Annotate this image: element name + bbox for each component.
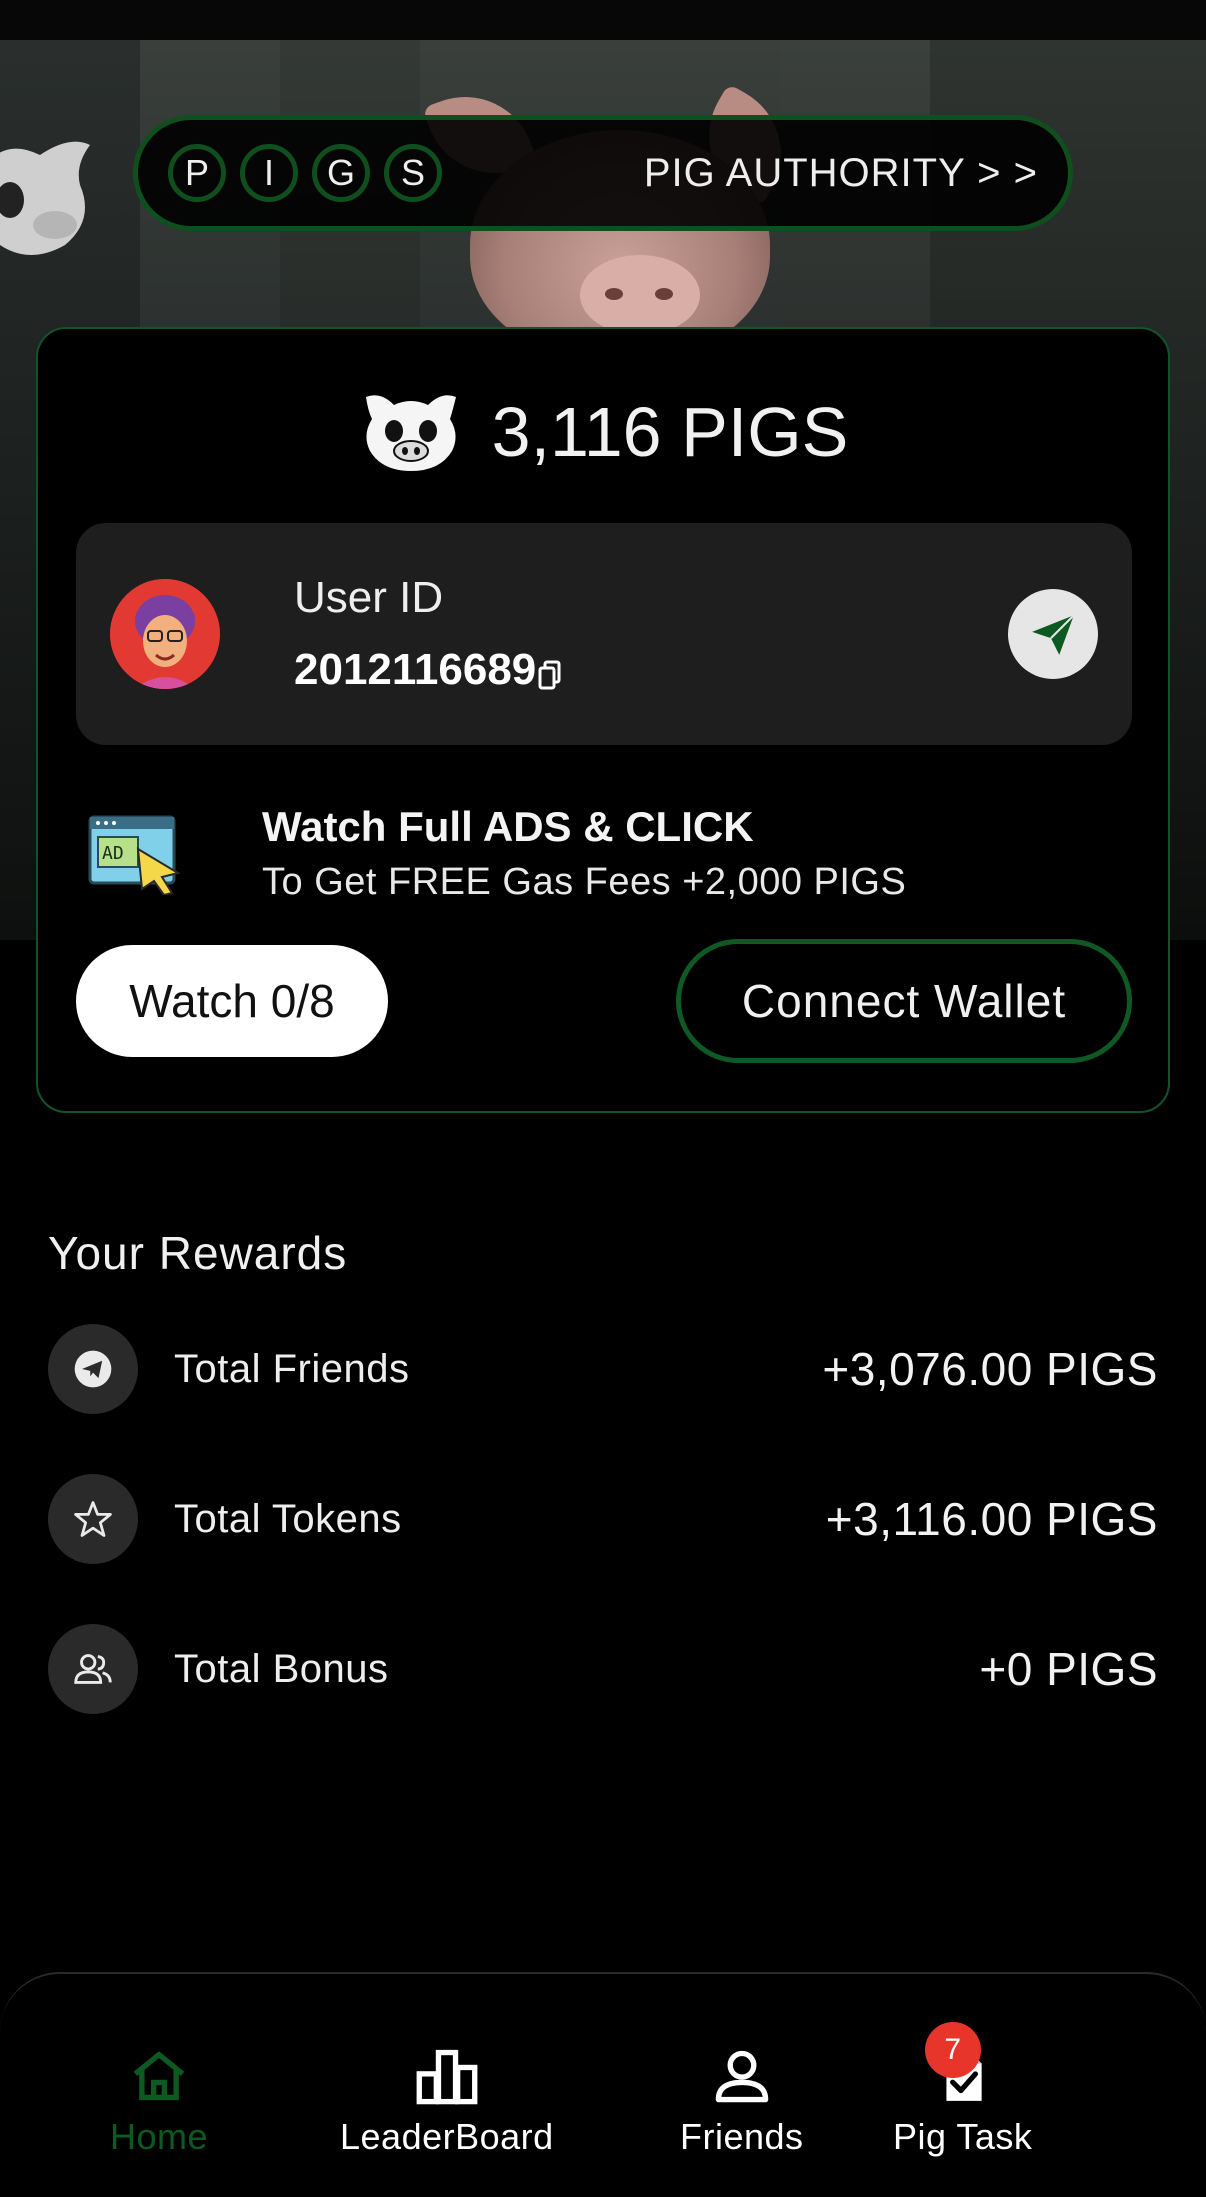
status-bar xyxy=(0,0,1206,40)
letter-g: G xyxy=(312,144,370,202)
nav-friends[interactable]: Friends xyxy=(680,2044,804,2158)
reward-label: Total Bonus xyxy=(174,1646,389,1691)
home-icon xyxy=(127,2044,191,2108)
svg-text:AD: AD xyxy=(102,843,124,864)
pig-mascot-icon xyxy=(0,141,90,255)
avatar xyxy=(110,579,220,689)
leaderboard-icon xyxy=(415,2044,479,2108)
nav-pig-task[interactable]: 7 Pig Task xyxy=(893,2022,1033,2158)
connect-wallet-button[interactable]: Connect Wallet xyxy=(676,939,1132,1063)
user-info-box: User ID 2012116689 xyxy=(76,523,1132,745)
ad-click-icon: AD xyxy=(88,815,181,895)
ads-subtitle: To Get FREE Gas Fees +2,000 PIGS xyxy=(262,861,907,903)
reward-value: +3,076.00 PIGS xyxy=(822,1343,1158,1395)
reward-value: +3,116.00 PIGS xyxy=(825,1493,1158,1545)
pig-authority-banner[interactable]: P I G S PIG AUTHORITY > > xyxy=(133,115,1073,231)
person-icon xyxy=(710,2044,774,2108)
people-icon xyxy=(48,1624,138,1714)
nav-home[interactable]: Home xyxy=(110,2044,208,2158)
balance-amount: 3,116 PIGS xyxy=(491,393,849,471)
rewards-title: Your Rewards xyxy=(48,1227,348,1279)
letter-i: I xyxy=(240,144,298,202)
telegram-icon xyxy=(48,1324,138,1414)
reward-row-tokens: Total Tokens +3,116.00 PIGS xyxy=(48,1474,1158,1564)
nav-label: Friends xyxy=(680,2116,804,2157)
reward-label: Total Friends xyxy=(174,1346,410,1391)
send-icon xyxy=(1032,614,1075,655)
reward-label: Total Tokens xyxy=(174,1496,402,1541)
user-id-text: 2012116689 xyxy=(294,645,537,694)
bottom-navigation: Home LeaderBoard Friends 7 Pig Task xyxy=(0,1972,1206,2197)
user-id-label: User ID xyxy=(294,573,444,622)
reward-row-friends: Total Friends +3,076.00 PIGS xyxy=(48,1324,1158,1414)
balance-row: 3,116 PIGS xyxy=(38,389,1168,475)
watch-ads-promo: AD Watch Full ADS & CLICK To Get FREE Ga… xyxy=(88,797,1128,907)
watch-ads-button[interactable]: Watch 0/8 xyxy=(76,945,388,1057)
star-icon xyxy=(48,1474,138,1564)
task-count-badge: 7 xyxy=(924,2022,981,2078)
letter-s: S xyxy=(384,144,442,202)
send-button[interactable] xyxy=(1008,589,1098,679)
pigs-letters: P I G S xyxy=(168,144,442,202)
nav-leaderboard[interactable]: LeaderBoard xyxy=(340,2044,554,2158)
reward-row-bonus: Total Bonus +0 PIGS xyxy=(48,1624,1158,1714)
task-icon: 7 xyxy=(924,2022,995,2108)
letter-p: P xyxy=(168,144,226,202)
pig-logo-icon xyxy=(365,395,456,471)
pig-authority-link[interactable]: PIG AUTHORITY > > xyxy=(644,151,1038,196)
nav-label: LeaderBoard xyxy=(340,2116,554,2157)
nav-label: Home xyxy=(110,2116,209,2157)
nav-label: Pig Task xyxy=(893,2116,1033,2157)
ads-title: Watch Full ADS & CLICK xyxy=(262,803,754,850)
user-id-value[interactable]: 2012116689 xyxy=(294,645,564,695)
reward-value: +0 PIGS xyxy=(979,1643,1158,1695)
copy-icon[interactable] xyxy=(538,653,564,690)
balance-card: 3,116 PIGS User ID 2012116689 AD Watch F… xyxy=(36,327,1170,1113)
